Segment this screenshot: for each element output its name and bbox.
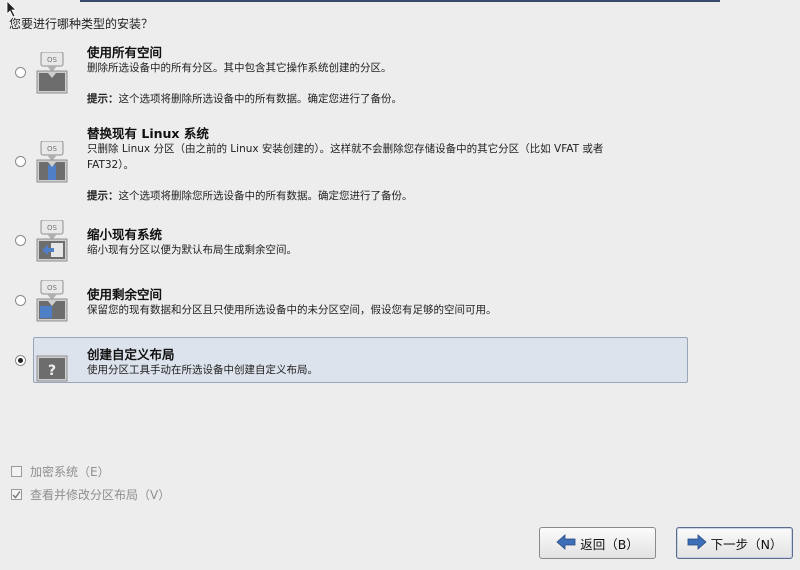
svg-text:OS: OS [47,224,58,232]
checkmark-icon [12,491,21,499]
svg-text:OS: OS [47,145,58,153]
encrypt-system-checkbox[interactable] [11,466,22,477]
encrypt-system-checkbox-row[interactable]: 加密系统（E） [11,463,110,480]
option-description: 使用分区工具手动在所选设备中创建自定义布局。 [87,364,318,376]
disk-os-replace-icon: OS [36,140,68,183]
disk-shrink-icon: OS [36,219,68,262]
hint-text: 这个选项将删除所选设备中的所有数据。确定您进行了备份。 [118,93,403,105]
review-layout-label: 查看并修改分区布局（V） [30,488,171,502]
hint-label: 提示： [87,190,119,202]
option-hint: 提示：这个选项将删除您所选设备中的所有数据。确定您进行了备份。 [87,188,413,203]
option-description: 删除所选设备中的所有分区。其中包含其它操作系统创建的分区。 [87,62,392,74]
disk-os-erase-icon: OS [36,51,68,94]
option-description: 缩小现有分区以便为默认布局生成剩余空间。 [87,244,297,256]
option-title: 缩小现有系统 [87,227,163,242]
radio-replace-linux[interactable] [15,156,26,167]
disk-free-space-icon: OS [36,279,68,322]
back-button[interactable]: 返回（B） [539,527,656,559]
option-description-line2: FAT32）。 [87,159,134,171]
option-title: 使用剩余空间 [87,287,163,302]
svg-text:OS: OS [47,284,58,292]
radio-shrink-existing[interactable] [15,235,26,246]
back-button-label: 返回（B） [580,536,639,552]
radio-use-free-space[interactable] [15,295,26,306]
arrow-right-icon [687,533,707,553]
option-title: 创建自定义布局 [87,347,175,362]
hint-label: 提示： [87,93,119,105]
window-top-border [80,0,720,2]
radio-use-all-space[interactable] [15,67,26,78]
review-layout-checkbox-row[interactable]: 查看并修改分区布局（V） [11,486,170,503]
custom-layout-icon: ? [36,341,68,382]
next-button[interactable]: 下一步（N） [676,527,793,559]
option-title: 使用所有空间 [87,45,163,60]
install-type-question: 您要进行哪种类型的安装？ [9,17,154,31]
svg-text:?: ? [48,363,56,379]
option-title: 替换现有 Linux 系统 [87,126,209,141]
arrow-left-icon [556,533,576,553]
hint-text: 这个选项将删除您所选设备中的所有数据。确定您进行了备份。 [118,190,413,202]
option-hint: 提示：这个选项将删除所选设备中的所有数据。确定您进行了备份。 [87,91,402,106]
next-button-label: 下一步（N） [710,536,783,552]
encrypt-system-label: 加密系统（E） [30,465,110,479]
option-description-line1: 只删除 Linux 分区（由之前的 Linux 安装创建的）。这样就不会删除您存… [87,143,604,155]
svg-text:OS: OS [47,56,58,64]
radio-custom-layout[interactable] [15,355,26,366]
option-description: 保留您的现有数据和分区且只使用所选设备中的未分区空间，假设您有足够的空间可用。 [87,304,497,316]
review-layout-checkbox[interactable] [11,489,22,500]
